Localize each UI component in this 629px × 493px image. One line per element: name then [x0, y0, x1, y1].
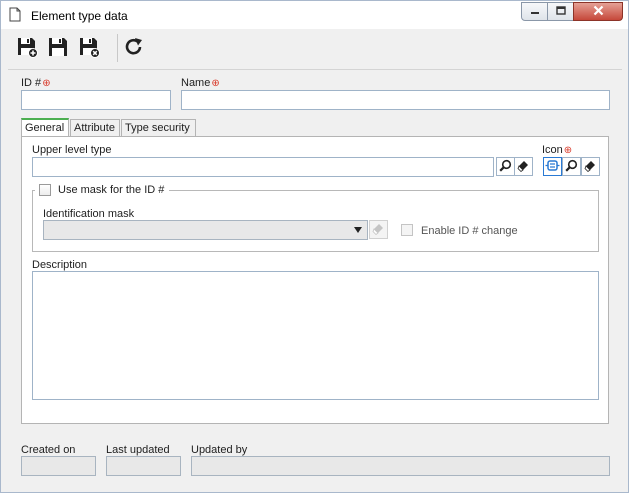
identification-mask-label: Identification mask [43, 208, 135, 220]
required-icon: ⊕ [211, 78, 220, 89]
updated-by-field [191, 456, 610, 476]
name-label: Name⊕ [181, 77, 220, 89]
icon-clear-button[interactable] [581, 157, 600, 176]
search-icon [565, 159, 578, 175]
close-icon [593, 5, 604, 19]
upper-level-clear-button[interactable] [514, 157, 533, 176]
enable-id-change-checkbox[interactable] [401, 224, 413, 236]
tab-attribute[interactable]: Attribute [70, 119, 120, 137]
enable-id-change-label: Enable ID # change [421, 225, 518, 237]
refresh-icon [123, 36, 145, 61]
close-button[interactable] [573, 2, 623, 21]
save-button[interactable] [45, 35, 71, 61]
upper-level-search-button[interactable] [496, 157, 515, 176]
eraser-icon [584, 159, 597, 175]
required-icon: ⊕ [42, 78, 51, 89]
identification-mask-clear-button[interactable] [369, 220, 388, 239]
element-type-icon [545, 159, 560, 175]
document-icon [9, 7, 21, 25]
id-label: ID #⊕ [21, 77, 51, 89]
save-new-icon [16, 36, 38, 61]
save-close-icon [78, 36, 100, 61]
identification-mask-select[interactable] [43, 220, 368, 240]
created-on-field [21, 456, 96, 476]
description-field[interactable] [32, 271, 599, 400]
created-on-label: Created on [21, 444, 76, 456]
minimize-icon [530, 6, 540, 18]
required-icon: ⊕ [563, 145, 573, 156]
refresh-button[interactable] [121, 35, 147, 61]
minimize-button[interactable] [521, 2, 548, 21]
toolbar [8, 30, 622, 70]
tab-general[interactable]: General [21, 118, 69, 137]
title-bar: Element type data [1, 1, 628, 29]
use-mask-label: Use mask for the ID # [58, 184, 165, 196]
dialog-window: Element type data ID #⊕ Name⊕ General At… [0, 0, 629, 493]
use-mask-checkbox[interactable] [39, 184, 51, 196]
maximize-icon [555, 5, 566, 18]
upper-level-type-label: Upper level type [32, 144, 112, 156]
updated-by-label: Updated by [191, 444, 248, 456]
description-label: Description [32, 259, 88, 271]
chevron-down-icon [354, 227, 362, 233]
window-title: Element type data [31, 9, 128, 23]
save-new-button[interactable] [14, 35, 40, 61]
id-field[interactable] [21, 90, 171, 110]
icon-search-button[interactable] [562, 157, 581, 176]
last-updated-label: Last updated [106, 444, 170, 456]
name-field[interactable] [181, 90, 610, 110]
tab-type-security[interactable]: Type security [121, 119, 196, 137]
eraser-icon [372, 222, 385, 238]
icon-label: Icon⊕ [542, 144, 573, 156]
icon-preview[interactable] [543, 157, 562, 176]
toolbar-separator [117, 34, 118, 62]
search-icon [499, 159, 512, 175]
maximize-button[interactable] [547, 2, 574, 21]
save-close-button[interactable] [76, 35, 102, 61]
upper-level-type-field[interactable] [32, 157, 494, 177]
eraser-icon [517, 159, 530, 175]
save-icon [47, 36, 69, 61]
last-updated-field [106, 456, 181, 476]
